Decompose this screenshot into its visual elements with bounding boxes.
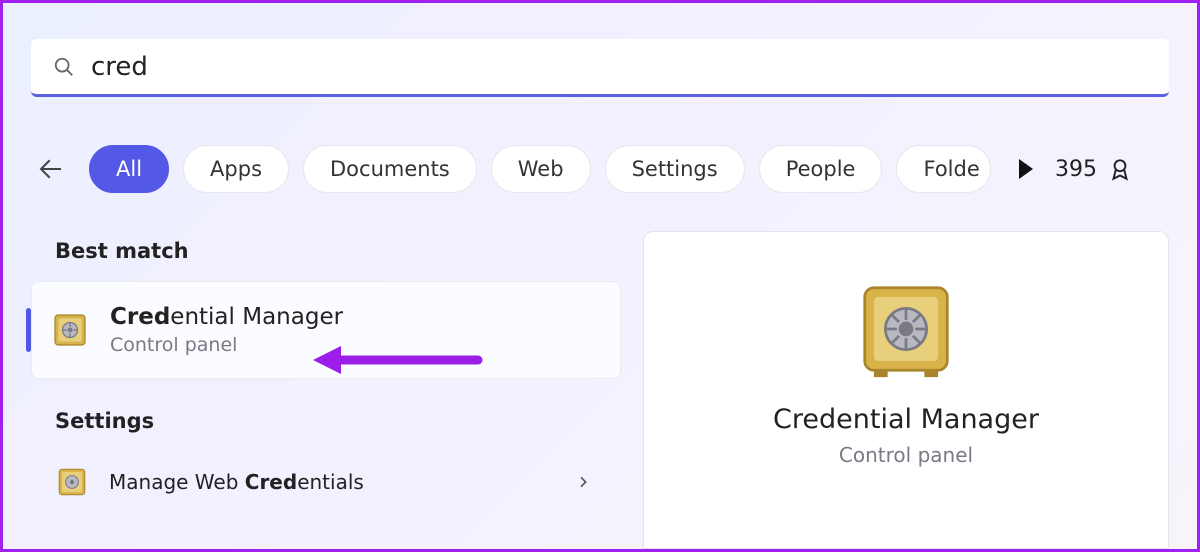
- search-bar[interactable]: [31, 39, 1169, 97]
- back-arrow-icon[interactable]: [31, 149, 71, 189]
- best-match-title: Credential Manager: [110, 304, 343, 330]
- preview-title: Credential Manager: [644, 404, 1168, 435]
- filter-pill-all[interactable]: All: [89, 145, 169, 193]
- settings-result-label: Manage Web Credentials: [109, 470, 364, 494]
- filter-pill-web[interactable]: Web: [491, 145, 591, 193]
- settings-heading: Settings: [31, 401, 621, 451]
- filter-pill-settings[interactable]: Settings: [605, 145, 745, 193]
- filter-pill-people[interactable]: People: [759, 145, 883, 193]
- best-match-subtitle: Control panel: [110, 334, 343, 356]
- rewards-indicator[interactable]: 395: [1055, 141, 1133, 197]
- filter-pill-apps[interactable]: Apps: [183, 145, 289, 193]
- more-filters-icon[interactable]: [1019, 159, 1033, 179]
- chevron-right-icon: [575, 474, 591, 490]
- search-icon: [53, 56, 75, 78]
- filter-pill-folders[interactable]: Folde: [896, 145, 990, 193]
- vault-icon: [55, 465, 89, 499]
- vault-icon-large: [851, 274, 961, 384]
- rewards-medal-icon: [1107, 156, 1133, 182]
- search-input[interactable]: [91, 52, 1147, 82]
- best-match-result[interactable]: Credential Manager Control panel: [31, 281, 621, 379]
- rewards-points: 395: [1055, 157, 1097, 182]
- settings-result[interactable]: Manage Web Credentials: [31, 451, 621, 513]
- filter-row: All Apps Documents Web Settings People F…: [31, 141, 1169, 197]
- vault-icon: [50, 310, 90, 350]
- filter-pill-documents[interactable]: Documents: [303, 145, 477, 193]
- best-match-heading: Best match: [31, 231, 621, 281]
- preview-subtitle: Control panel: [644, 443, 1168, 467]
- preview-panel: Credential Manager Control panel: [643, 231, 1169, 549]
